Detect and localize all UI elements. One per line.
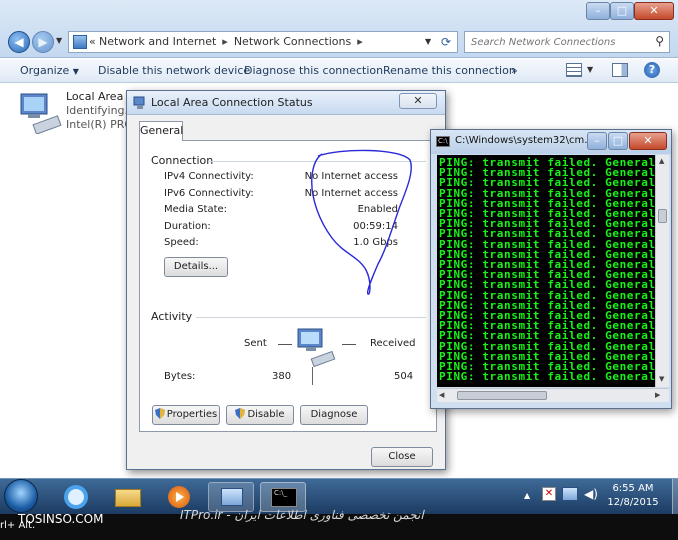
search-icon[interactable]: ⚲: [655, 34, 664, 48]
preview-pane-icon[interactable]: [612, 63, 628, 77]
details-button[interactable]: Details...: [164, 257, 228, 277]
explorer-title-area: – □ ✕ ◀ ▶ ▼ « Network and Internet ▸ Netwo…: [0, 0, 678, 58]
media-state-label: Media State:: [164, 204, 228, 215]
organize-label: Organize: [20, 64, 70, 77]
console-scroll-thumb[interactable]: [658, 209, 667, 223]
dialog-close-icon[interactable]: ✕: [399, 93, 437, 109]
received-line: [342, 344, 356, 345]
change-view-icon[interactable]: [566, 63, 582, 77]
properties-label: Properties: [166, 409, 218, 420]
dialog-title-bar[interactable]: Local Area Connection Status ✕: [127, 91, 445, 115]
command-bar: Organize ▼ Disable this network device D…: [0, 59, 678, 83]
disable-label: Disable: [247, 409, 285, 420]
show-hidden-icons-icon[interactable]: ▲: [524, 491, 530, 500]
network-folder-icon: [73, 35, 87, 49]
ipv6-connectivity-label: IPv6 Connectivity:: [164, 188, 254, 199]
console-close-button[interactable]: ✕: [629, 132, 667, 150]
scroll-down-icon[interactable]: ▼: [659, 375, 664, 383]
network-tray-icon[interactable]: [562, 487, 578, 501]
console-minimize-button[interactable]: –: [587, 132, 607, 150]
address-bar[interactable]: « Network and Internet ▸ Network Connectio…: [68, 31, 458, 53]
connection-group-label: Connection: [151, 154, 214, 167]
watermark-strip: rl+ Alt. TOSINSO.COM ITPro.ir - انجمن تخ…: [0, 508, 678, 540]
rename-connection-button[interactable]: Rename this connection: [383, 64, 516, 77]
breadcrumb-separator-icon[interactable]: ▸: [357, 35, 363, 48]
handdrawn-annotation: [311, 149, 412, 295]
console-horizontal-scrollbar[interactable]: ◀ ▶: [437, 388, 669, 402]
activity-group-label: Activity: [151, 310, 193, 323]
close-window-button[interactable]: ✕: [634, 2, 674, 20]
uac-shield-icon: [235, 408, 246, 419]
network-icon: [133, 96, 145, 109]
dialog-title: Local Area Connection Status: [151, 96, 313, 109]
close-button[interactable]: Close: [371, 447, 433, 467]
sent-line: [278, 344, 292, 345]
scroll-up-icon[interactable]: ▲: [659, 157, 664, 165]
console-title-bar[interactable]: C:\ C:\Windows\system32\cm... – □ ✕: [431, 130, 671, 154]
maximize-button[interactable]: □: [610, 2, 634, 20]
disable-device-button[interactable]: Disable this network device: [98, 64, 250, 77]
network-adapter-icon: [20, 93, 62, 134]
bytes-divider: [312, 367, 313, 385]
back-icon[interactable]: ◀: [8, 31, 30, 53]
breadcrumb-network-and-internet[interactable]: Network and Internet: [99, 35, 216, 48]
clock-date: 12/8/2015: [607, 497, 659, 508]
action-center-flag-icon[interactable]: ✕: [542, 487, 556, 501]
recent-pages-chevron-icon[interactable]: ▼: [56, 36, 62, 45]
clock-time: 6:55 AM: [612, 483, 654, 494]
file-explorer-icon[interactable]: [104, 482, 150, 512]
console-output[interactable]: PING: transmit failed. General f PING: tr…: [437, 155, 655, 387]
console-title: C:\Windows\system32\cm...: [455, 135, 594, 146]
chevron-down-icon: ▼: [72, 67, 79, 76]
more-commands-button[interactable]: »: [511, 64, 518, 77]
activity-divider: [196, 317, 426, 318]
tab-general[interactable]: General: [139, 121, 183, 141]
internet-explorer-icon[interactable]: [52, 482, 98, 512]
diagnose-connection-button[interactable]: Diagnose this connection: [244, 64, 383, 77]
tosinso-watermark: TOSINSO.COM: [18, 512, 104, 526]
console-hscroll-thumb[interactable]: [457, 391, 547, 400]
breadcrumb-separator-icon[interactable]: ▸: [222, 35, 228, 48]
organize-button[interactable]: Organize ▼: [20, 64, 79, 77]
help-icon[interactable]: ?: [644, 62, 660, 78]
sent-label: Sent: [244, 338, 267, 349]
tray-clock[interactable]: 6:55 AM 12/8/2015: [596, 482, 670, 510]
itpro-watermark: ITPro.ir - انجمن تخصصی فناوری اطلاعات ای…: [180, 508, 424, 522]
start-button-icon[interactable]: [4, 479, 38, 513]
disable-button[interactable]: Disable: [226, 405, 294, 425]
adapter-item-local-area-connection[interactable]: Local Area Co Identifying... Intel(R) PR…: [18, 90, 144, 134]
breadcrumb-network-connections[interactable]: Network Connections: [234, 35, 351, 48]
scroll-left-icon[interactable]: ◀: [439, 391, 444, 399]
cmd-icon: C:\: [436, 136, 450, 147]
bytes-sent-value: 380: [272, 371, 292, 382]
search-box[interactable]: ⚲: [464, 31, 670, 53]
network-activity-icon: [297, 328, 336, 367]
address-dropdown-icon[interactable]: ▼: [425, 32, 431, 52]
console-vertical-scrollbar[interactable]: ▲ ▼: [655, 155, 669, 387]
properties-button[interactable]: Properties: [152, 405, 220, 425]
diagnose-button[interactable]: Diagnose: [300, 405, 368, 425]
address-overflow-icon[interactable]: «: [89, 32, 96, 52]
adapter-status: Identifying...: [66, 104, 136, 117]
uac-shield-icon: [154, 408, 165, 419]
bytes-label: Bytes:: [164, 371, 196, 382]
refresh-icon[interactable]: ⟳: [441, 32, 451, 52]
forward-icon[interactable]: ▶: [32, 31, 54, 53]
speed-label: Speed:: [164, 237, 199, 248]
show-desktop-button[interactable]: [672, 479, 678, 515]
minimize-button[interactable]: –: [586, 2, 610, 20]
received-label: Received: [370, 338, 416, 349]
command-prompt-window: C:\ C:\Windows\system32\cm... – □ ✕ PING…: [430, 129, 672, 409]
duration-label: Duration:: [164, 221, 211, 232]
bytes-received-value: 504: [394, 371, 414, 382]
scroll-right-icon[interactable]: ▶: [655, 391, 660, 399]
ipv4-connectivity-label: IPv4 Connectivity:: [164, 171, 254, 182]
view-options-chevron-icon[interactable]: ▼: [587, 65, 593, 74]
console-line: PING: transmit failed. General f: [439, 370, 655, 384]
console-maximize-button[interactable]: □: [608, 132, 628, 150]
search-input[interactable]: [465, 32, 645, 52]
